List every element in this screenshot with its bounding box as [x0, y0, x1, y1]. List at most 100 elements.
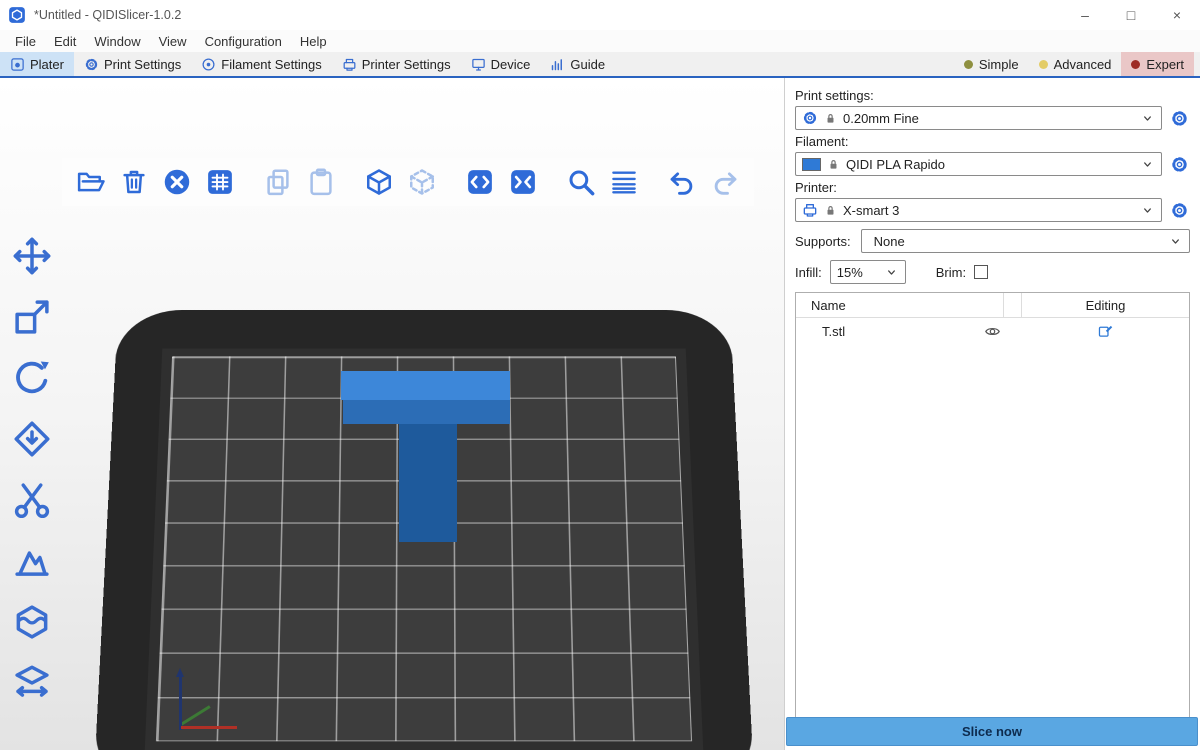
- printer-value: X-smart 3: [843, 203, 899, 218]
- paste-button[interactable]: [304, 165, 338, 199]
- undo-button[interactable]: [665, 165, 699, 199]
- simple-mode-dot-icon: [964, 60, 973, 69]
- filament-combo[interactable]: QIDI PLA Rapido: [795, 152, 1162, 176]
- printer-gear-button[interactable]: [1168, 199, 1190, 221]
- printer-icon: [342, 57, 357, 72]
- brim-label: Brim:: [936, 265, 966, 280]
- eye-icon[interactable]: [984, 323, 1001, 340]
- flatten-diamond-icon: [11, 418, 53, 460]
- delete-button[interactable]: [117, 165, 151, 199]
- add-instance-button[interactable]: [463, 165, 497, 199]
- cube-icon: [364, 167, 394, 197]
- advanced-mode-dot-icon: [1039, 60, 1048, 69]
- t-model-stem[interactable]: [399, 424, 457, 542]
- filament-gear-button[interactable]: [1168, 153, 1190, 175]
- chevron-down-icon: [1168, 234, 1183, 249]
- supports-combo[interactable]: None: [861, 229, 1190, 253]
- brim-checkbox[interactable]: [974, 265, 988, 279]
- sidebar: Print settings: 0.20mm Fine Filament: QI…: [784, 78, 1200, 750]
- printer-icon: [802, 202, 818, 218]
- arrange-button[interactable]: [203, 165, 237, 199]
- remove-instance-button[interactable]: [506, 165, 540, 199]
- seam-tool[interactable]: [8, 599, 56, 645]
- mode-selector: Simple Advanced Expert: [954, 52, 1194, 76]
- filament-label: Filament:: [795, 134, 1190, 149]
- menu-window[interactable]: Window: [85, 32, 149, 51]
- place-on-face-tool[interactable]: [8, 416, 56, 462]
- menu-help[interactable]: Help: [291, 32, 336, 51]
- tab-filament-settings[interactable]: Filament Settings: [191, 52, 331, 76]
- rotate-tool[interactable]: [8, 355, 56, 401]
- support-mountain-icon: [11, 540, 53, 582]
- paste-icon: [306, 167, 336, 197]
- split-objects-button[interactable]: [362, 165, 396, 199]
- scale-tool[interactable]: [8, 294, 56, 340]
- mode-expert[interactable]: Expert: [1121, 52, 1194, 76]
- spool-icon: [201, 57, 216, 72]
- gear-icon: [1170, 201, 1189, 220]
- editing-icon[interactable]: [1097, 323, 1114, 340]
- scale-icon: [11, 296, 53, 338]
- mode-simple[interactable]: Simple: [954, 52, 1029, 76]
- add-instance-icon: [465, 167, 495, 197]
- chevron-down-icon: [1140, 203, 1155, 218]
- split-parts-button[interactable]: [405, 165, 439, 199]
- menu-edit[interactable]: Edit: [45, 32, 85, 51]
- chevron-down-icon: [1140, 157, 1155, 172]
- print-settings-gear-button[interactable]: [1168, 107, 1190, 129]
- chevron-down-icon: [1140, 111, 1155, 126]
- delete-all-button[interactable]: [160, 165, 194, 199]
- infill-value: 15%: [837, 265, 863, 280]
- circle-x-icon: [162, 167, 192, 197]
- tab-print-settings[interactable]: Print Settings: [74, 52, 191, 76]
- object-list-row[interactable]: T.stl: [796, 318, 1189, 345]
- expert-mode-dot-icon: [1131, 60, 1140, 69]
- layer-lines-icon: [609, 167, 639, 197]
- minimize-button[interactable]: –: [1062, 0, 1108, 30]
- move-tool[interactable]: [8, 233, 56, 279]
- move-arrows-icon: [11, 235, 53, 277]
- menu-file[interactable]: File: [6, 32, 45, 51]
- variable-layer-height-button[interactable]: [607, 165, 641, 199]
- mode-advanced[interactable]: Advanced: [1029, 52, 1122, 76]
- t-model-bar-front[interactable]: [343, 400, 510, 424]
- tabbar: Plater Print Settings Filament Settings …: [0, 52, 1200, 78]
- left-toolbar: [8, 233, 56, 706]
- tab-plater[interactable]: Plater: [0, 52, 74, 76]
- gear-icon: [802, 110, 818, 126]
- supports-value: None: [868, 234, 905, 249]
- slice-now-button[interactable]: Slice now: [786, 717, 1198, 746]
- print-settings-combo[interactable]: 0.20mm Fine: [795, 106, 1162, 130]
- object-list: Name Editing T.stl: [795, 292, 1190, 719]
- copy-button[interactable]: [261, 165, 295, 199]
- gear-icon: [1170, 155, 1189, 174]
- open-project-button[interactable]: [74, 165, 108, 199]
- supports-label: Supports:: [795, 234, 851, 249]
- printer-combo[interactable]: X-smart 3: [795, 198, 1162, 222]
- infill-combo[interactable]: 15%: [830, 260, 906, 284]
- maximize-button[interactable]: □: [1108, 0, 1154, 30]
- print-settings-value: 0.20mm Fine: [843, 111, 919, 126]
- x-axis-indicator: [181, 726, 237, 729]
- tab-device[interactable]: Device: [461, 52, 541, 76]
- menu-configuration[interactable]: Configuration: [196, 32, 291, 51]
- plater-icon: [10, 57, 25, 72]
- cut-tool[interactable]: [8, 477, 56, 523]
- redo-button[interactable]: [708, 165, 742, 199]
- app-logo-icon: [8, 6, 26, 24]
- 3d-viewport[interactable]: [0, 78, 784, 750]
- paint-support-tool[interactable]: [8, 538, 56, 584]
- tab-guide[interactable]: Guide: [540, 52, 615, 76]
- window-title: *Untitled - QIDISlicer-1.0.2: [34, 8, 181, 22]
- menu-view[interactable]: View: [150, 32, 196, 51]
- editing-column-header: Editing: [1021, 293, 1189, 317]
- close-button[interactable]: ×: [1154, 0, 1200, 30]
- measure-cube-icon: [11, 662, 53, 704]
- measure-tool[interactable]: [8, 660, 56, 706]
- chevron-down-icon: [884, 265, 899, 280]
- tab-printer-settings[interactable]: Printer Settings: [332, 52, 461, 76]
- lock-icon: [824, 112, 837, 125]
- t-model-top-face[interactable]: [341, 371, 510, 400]
- search-button[interactable]: [564, 165, 598, 199]
- search-icon: [566, 167, 596, 197]
